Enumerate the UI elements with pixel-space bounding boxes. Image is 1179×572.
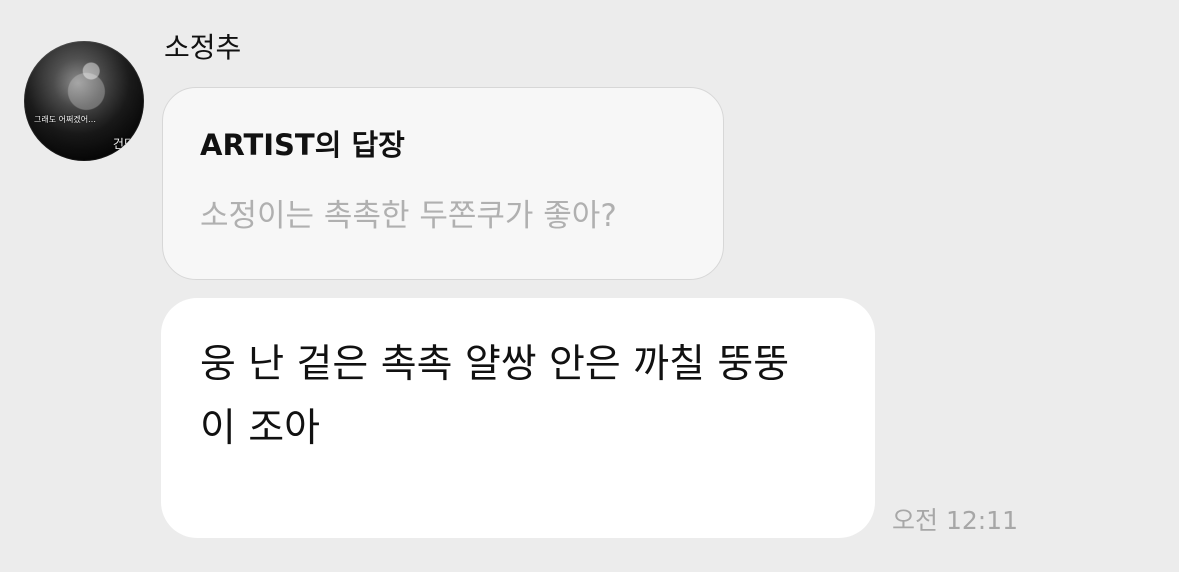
avatar-caption: 그래도 어쩌겠어… [34,115,97,124]
chat-thread: 그래도 어쩌겠어… 건덕 소정추 ARTIST의 답장 소정이는 촉촉한 두쫀쿠… [0,0,1179,572]
message-text: 웅 난 겉은 촉촉 얄쌍 안은 까칠 뚱뚱 이 조아 [200,333,850,461]
quoted-message: 소정이는 촉촉한 두쫀쿠가 좋아? [200,198,617,234]
message-line: 이 조아 [200,406,321,451]
avatar-corner-text: 건덕 [112,137,135,151]
avatar[interactable]: 그래도 어쩌겠어… 건덕 [24,41,144,161]
reply-title: ARTIST의 답장 [200,128,405,162]
message-bubble[interactable]: 웅 난 겉은 촉촉 얄쌍 안은 까칠 뚱뚱 이 조아 [161,298,875,538]
message-line: 웅 난 겉은 촉촉 얄쌍 안은 까칠 뚱뚱 [200,342,790,387]
message-timestamp: 오전 12:11 [892,506,1018,535]
sender-name: 소정추 [164,31,242,64]
reply-context-card[interactable]: ARTIST의 답장 소정이는 촉촉한 두쫀쿠가 좋아? [162,87,724,280]
